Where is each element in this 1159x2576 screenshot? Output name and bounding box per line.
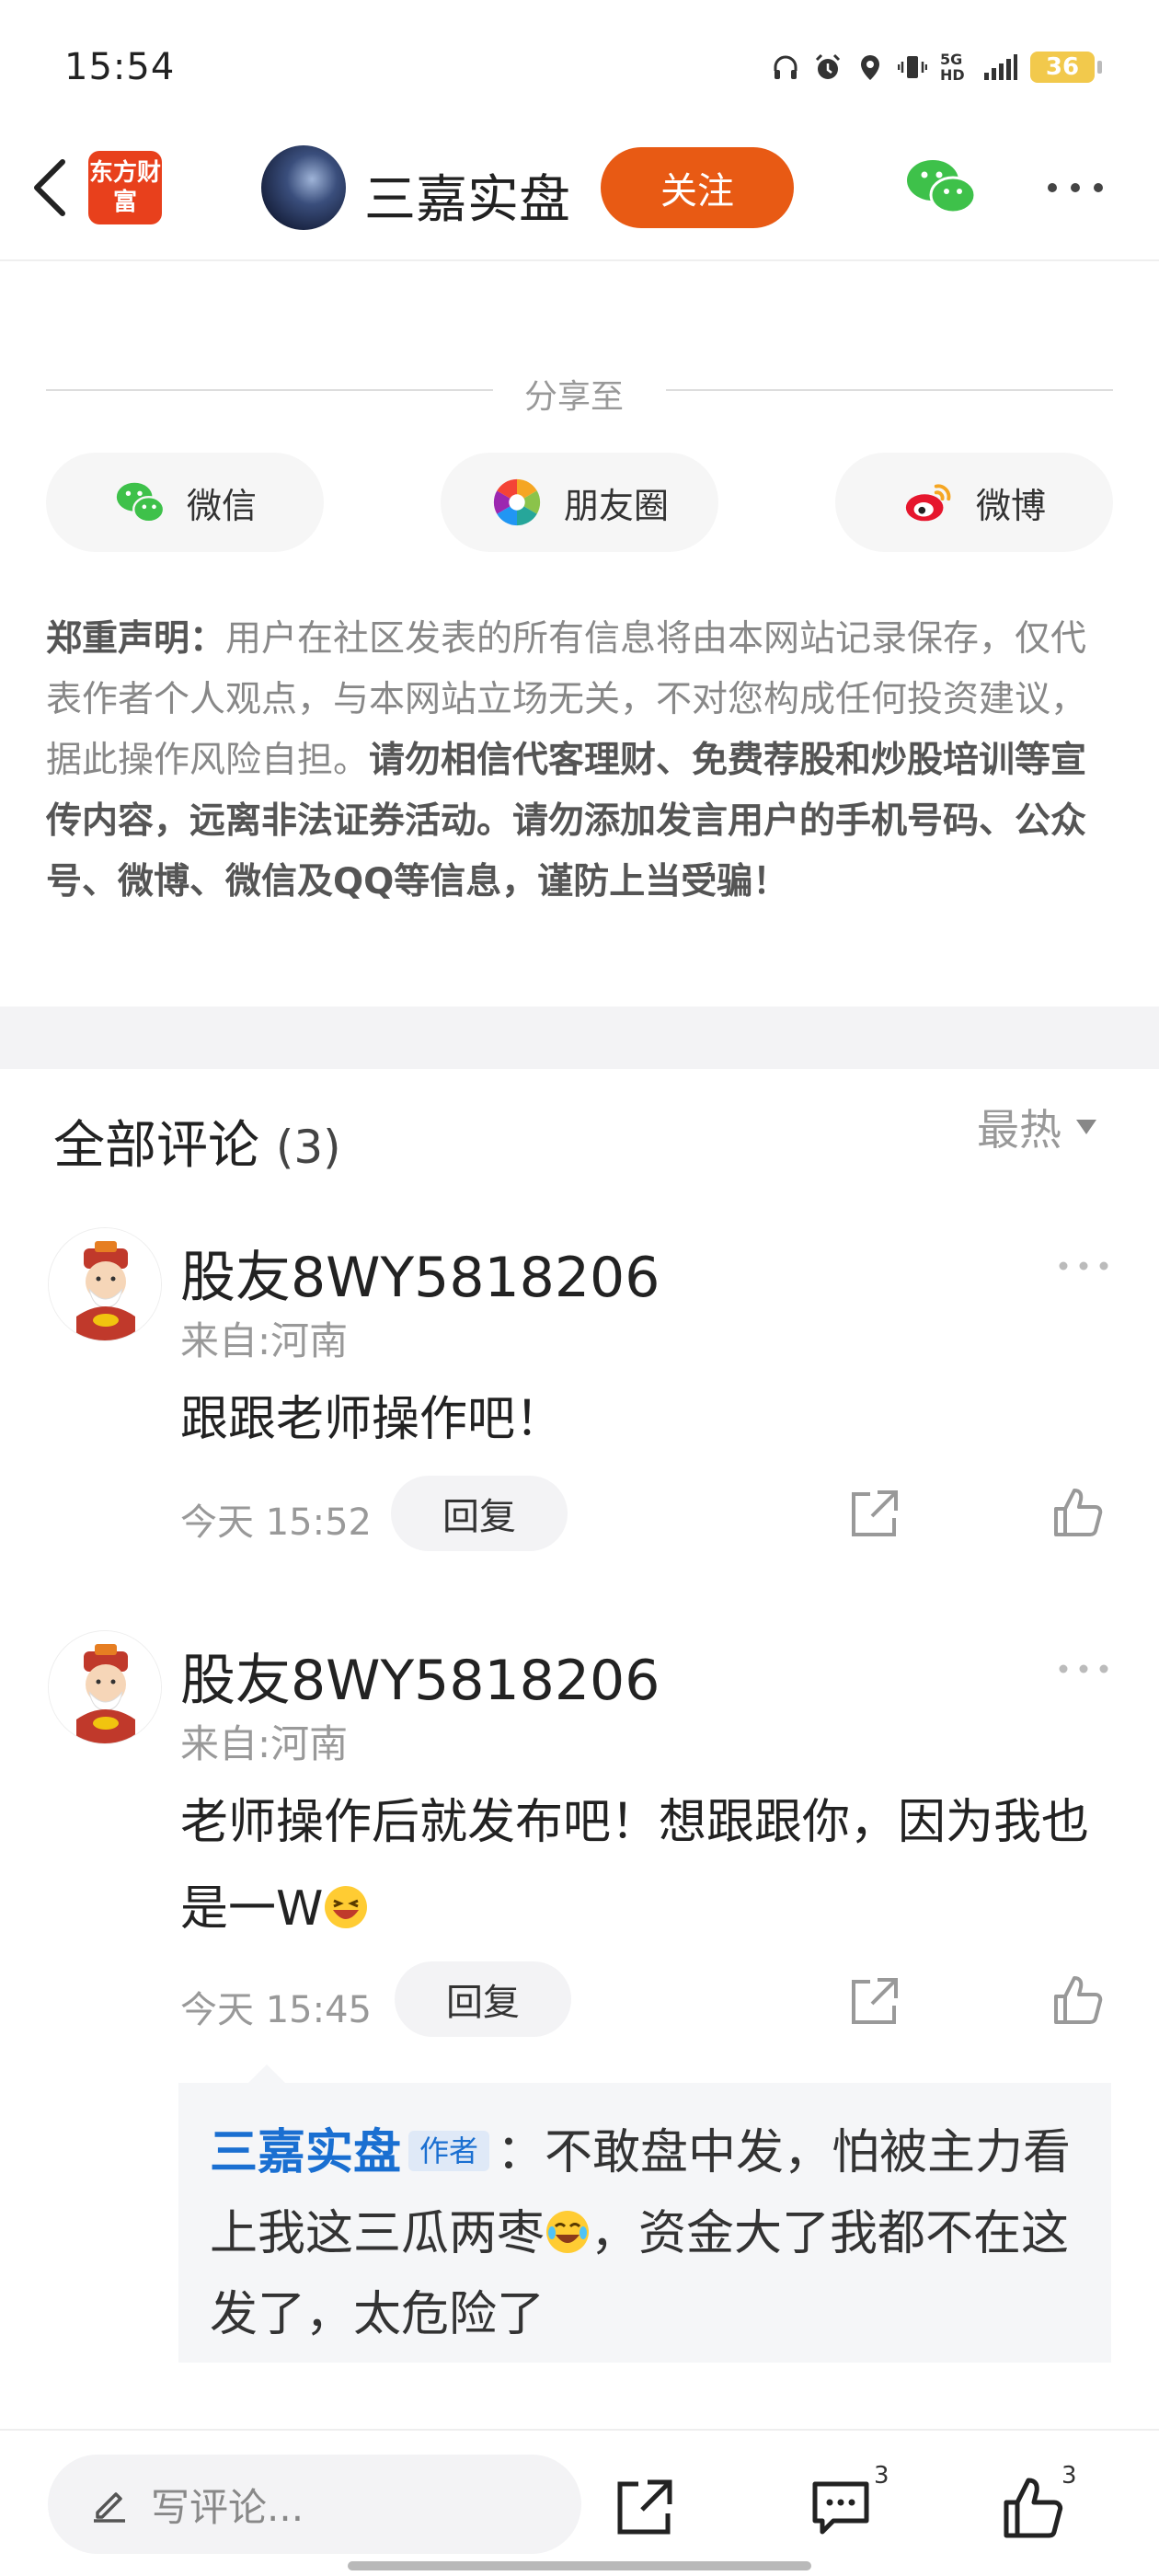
- comment-more-icon[interactable]: [1058, 1260, 1109, 1271]
- status-icons: 5G HD 36: [771, 52, 1102, 83]
- comment-input-placeholder: 写评论...: [151, 2484, 304, 2530]
- comment-more-icon[interactable]: [1058, 1663, 1109, 1674]
- share-moments-button[interactable]: 朋友圈: [441, 453, 718, 552]
- commenter-location: 来自:河南: [180, 1721, 349, 1766]
- crying-laughing-emoji-icon: [546, 2211, 590, 2253]
- bottom-bar-divider: [0, 2429, 1159, 2431]
- share-wechat-button[interactable]: 微信: [46, 453, 324, 552]
- author-badge: 作者: [408, 2131, 490, 2171]
- app-logo[interactable]: 东方财富: [88, 151, 162, 224]
- vibrate-icon: [898, 56, 927, 78]
- weibo-icon: [905, 484, 951, 522]
- comments-count: (3): [275, 1121, 341, 1174]
- like-comment-icon[interactable]: [1050, 1972, 1106, 2028]
- comments-title: 全部评论 (3): [53, 1104, 341, 1179]
- reply-author-name[interactable]: 三嘉实盘: [210, 2125, 401, 2180]
- home-indicator[interactable]: [348, 2561, 811, 2570]
- share-moments-label: 朋友圈: [563, 485, 669, 526]
- pencil-icon: [94, 2492, 125, 2523]
- comment-count-badge: 3: [874, 2462, 889, 2490]
- like-icon[interactable]: [999, 2473, 1069, 2543]
- share-divider-left: [46, 389, 493, 391]
- commenter-avatar[interactable]: [48, 1630, 162, 1744]
- author-name[interactable]: 三嘉实盘: [364, 158, 570, 233]
- signal-icon: [984, 54, 1017, 80]
- fortune-god-avatar-icon: [49, 1228, 161, 1340]
- share-icon[interactable]: [609, 2473, 679, 2543]
- fortune-god-avatar-icon: [49, 1631, 161, 1743]
- laughing-emoji-icon: [325, 1886, 368, 1928]
- comment-time: 今天 15:45: [180, 1989, 372, 2031]
- like-comment-icon[interactable]: [1050, 1485, 1106, 1540]
- more-options-icon[interactable]: [1045, 180, 1106, 195]
- reply-button[interactable]: 回复: [391, 1476, 568, 1551]
- headphones-icon: [774, 55, 798, 79]
- share-comment-icon[interactable]: [846, 1487, 901, 1542]
- wechat-share-icon[interactable]: [905, 156, 977, 217]
- reply-button[interactable]: 回复: [395, 1961, 571, 2037]
- commenter-name[interactable]: 股友8WY5818206: [180, 1233, 660, 1313]
- sort-label: 最热: [977, 1105, 1061, 1155]
- commenter-location: 来自:河南: [180, 1318, 349, 1363]
- comment-input[interactable]: 写评论...: [48, 2455, 581, 2554]
- share-divider-right: [666, 389, 1113, 391]
- share-comment-icon[interactable]: [846, 1974, 901, 2030]
- share-weibo-label: 微博: [975, 485, 1046, 526]
- header-divider: [0, 259, 1159, 261]
- follow-button[interactable]: 关注: [601, 147, 794, 228]
- moments-icon: [493, 478, 541, 526]
- section-separator: [0, 1006, 1159, 1069]
- commenter-avatar[interactable]: [48, 1227, 162, 1341]
- disclaimer-prefix: 郑重声明：: [46, 618, 226, 660]
- like-count-badge: 3: [1061, 2462, 1077, 2490]
- comment-time: 今天 15:52: [180, 1501, 372, 1544]
- commenter-name[interactable]: 股友8WY5818206: [180, 1636, 660, 1716]
- comment-icon[interactable]: [806, 2473, 876, 2543]
- author-avatar[interactable]: [261, 145, 346, 230]
- comment-text: 跟跟老师操作吧！: [180, 1392, 564, 1447]
- comments-title-label: 全部评论: [53, 1116, 259, 1176]
- location-icon: [861, 55, 879, 80]
- status-time: 15:54: [64, 46, 176, 88]
- sort-dropdown[interactable]: 最热: [977, 1097, 1096, 1157]
- caret-down-icon: [1076, 1120, 1096, 1134]
- disclaimer: 郑重声明：用户在社区发表的所有信息将由本网站记录保存，仅代表作者个人观点，与本网…: [46, 609, 1113, 913]
- alarm-icon: [815, 53, 841, 79]
- reply-pointer: [248, 2064, 285, 2083]
- back-arrow-icon[interactable]: [26, 155, 77, 221]
- share-wechat-label: 微信: [186, 485, 257, 526]
- share-weibo-button[interactable]: 微博: [835, 453, 1113, 552]
- comment-text-body: 老师操作后就发布吧！想跟跟你，因为我也是一W: [180, 1795, 1090, 1937]
- battery-indicator: 36: [1030, 52, 1102, 83]
- author-reply: 三嘉实盘 作者 ：不敢盘中发，怕被主力看上我这三瓜两枣 ，资金大了我都不在这发了，太危…: [210, 2112, 1102, 2355]
- network-label: 5G HD: [940, 51, 965, 84]
- comment-text: 老师操作后就发布吧！想跟跟你，因为我也是一W: [180, 1779, 1109, 1952]
- wechat-icon: [116, 482, 166, 523]
- share-title: 分享至: [524, 378, 625, 416]
- network-indicator: 5G HD: [940, 52, 1017, 83]
